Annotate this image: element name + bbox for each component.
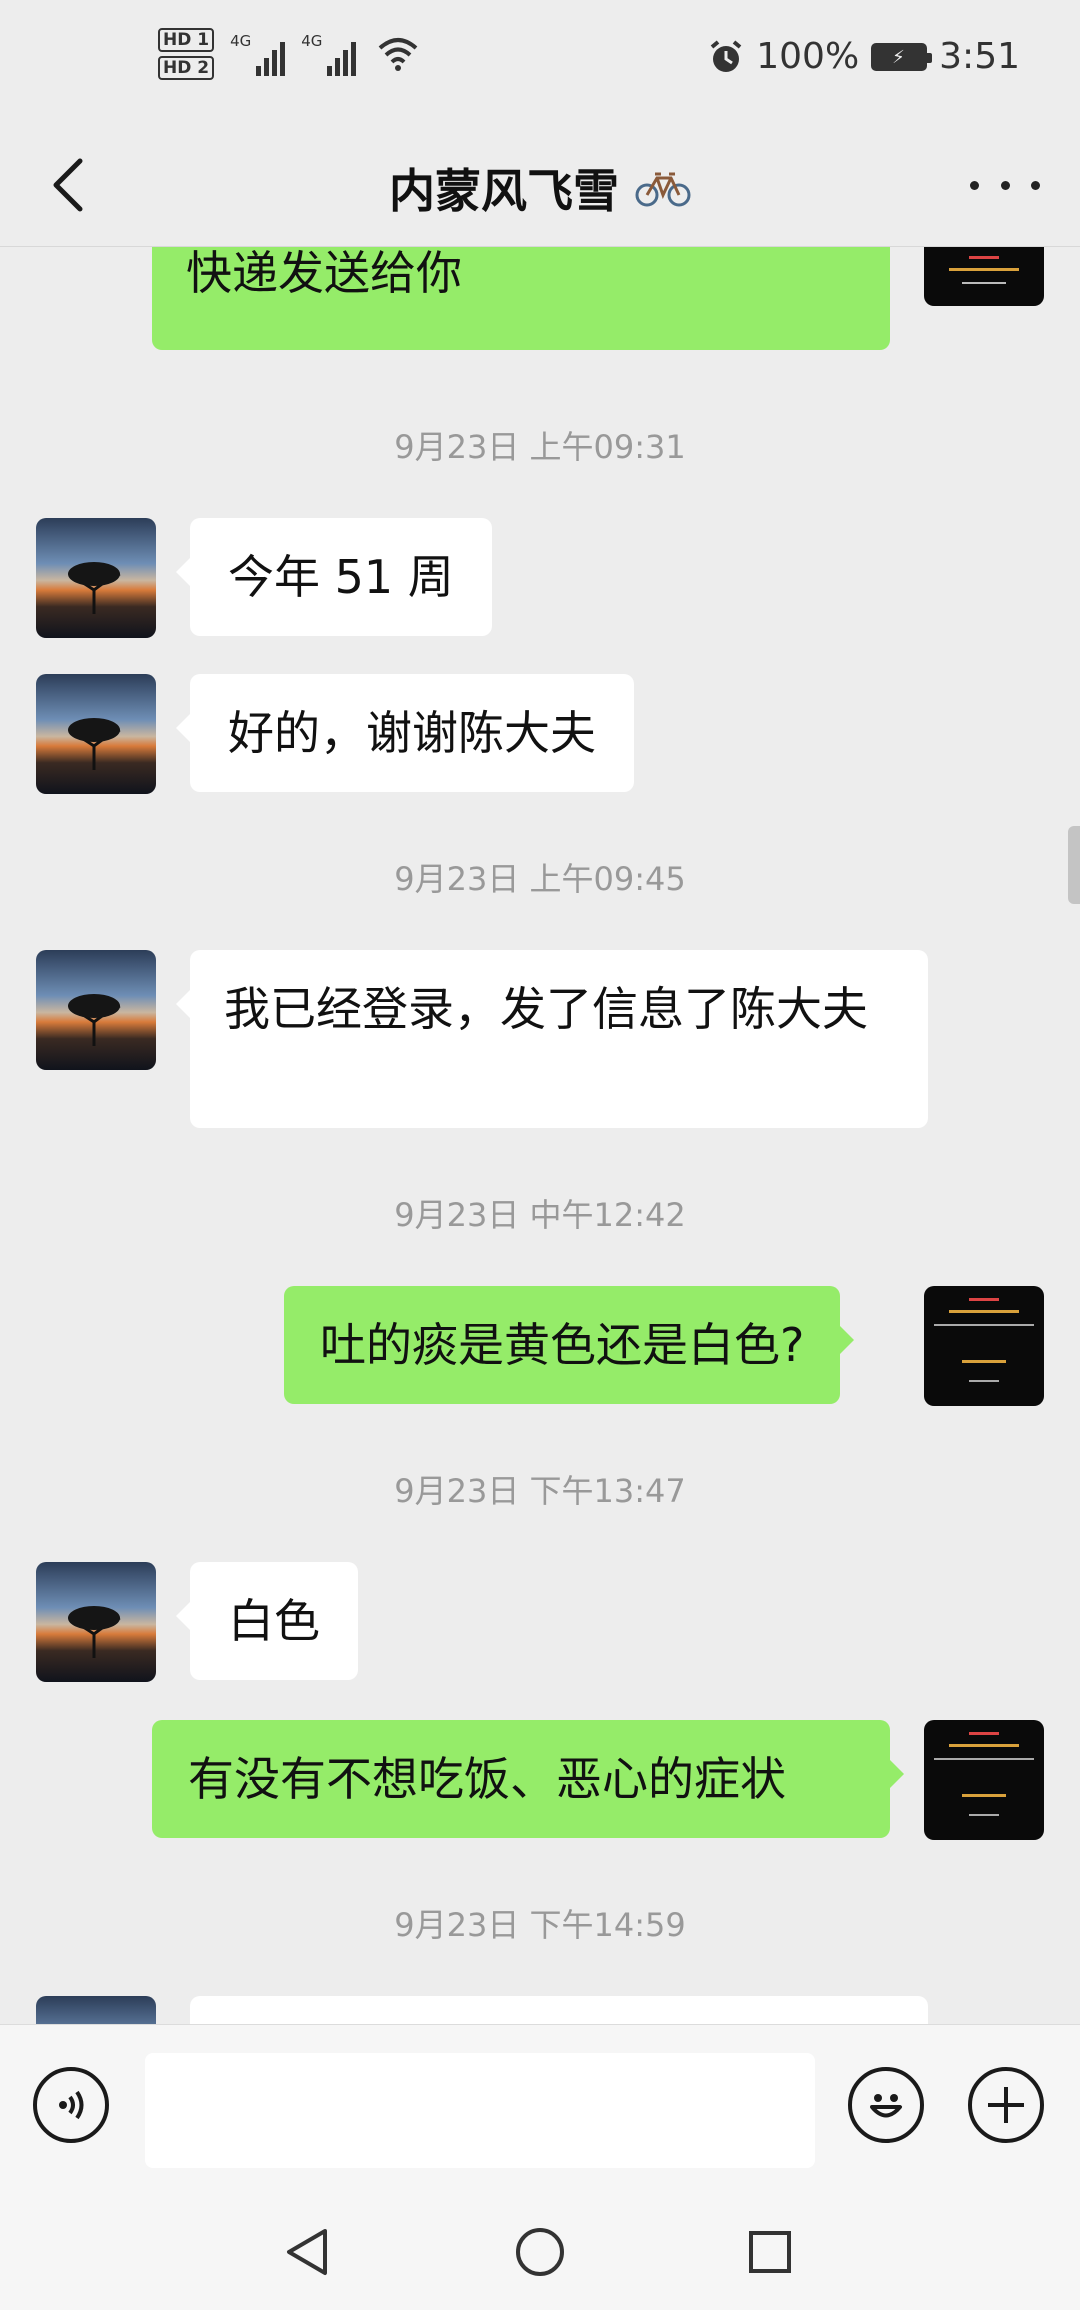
sim-indicators: HD 1 HD 2 <box>158 28 215 80</box>
contact-avatar[interactable] <box>36 674 156 794</box>
battery-icon: ⚡ <box>871 42 933 71</box>
input-bar <box>0 2024 1080 2193</box>
battery-percent: 100% <box>756 36 860 77</box>
nav-recents-button[interactable] <box>730 2212 810 2292</box>
network1-label: 4G <box>230 32 252 50</box>
timestamp: 9月23日 上午09:31 <box>394 428 686 466</box>
timestamp: 9月23日 下午13:47 <box>394 1472 686 1510</box>
wifi-icon <box>379 38 418 71</box>
message-bubble-in[interactable]: 白色 <box>176 1562 358 1680</box>
contact-avatar[interactable] <box>36 1996 156 2024</box>
my-avatar[interactable] <box>924 1286 1044 1406</box>
chat-list[interactable]: 看病后，药物经过百草医生平台快递发送给你 9月23日 上午09:31 今年 51… <box>0 246 1080 2024</box>
contact-avatar[interactable] <box>36 950 156 1070</box>
chat-header: 内蒙风飞雪 <box>0 130 1080 247</box>
network2-label: 4G <box>301 32 323 50</box>
voice-button[interactable] <box>33 2067 109 2143</box>
more-dots-icon <box>970 180 979 190</box>
contact-avatar[interactable] <box>36 1562 156 1682</box>
emoji-button[interactable] <box>848 2067 924 2143</box>
timestamp: 9月23日 下午14:59 <box>394 1906 686 1944</box>
nav-back-icon <box>287 2229 327 2275</box>
more-button[interactable] <box>970 170 1040 200</box>
emoji-icon <box>870 2094 902 2118</box>
message-bubble-out[interactable]: 看病后，药物经过百草医生平台快递发送给你 <box>152 246 890 350</box>
bicycle-icon <box>635 172 691 207</box>
system-nav-bar <box>0 2192 1080 2310</box>
message-bubble-in[interactable]: 好的，谢谢陈大夫 <box>176 674 634 792</box>
nav-home-button[interactable] <box>500 2212 580 2292</box>
plus-button[interactable] <box>968 2067 1044 2143</box>
nav-back-button[interactable] <box>268 2212 348 2292</box>
signal-icon: 4G <box>230 32 286 76</box>
status-bar: HD 1 HD 2 4G 4G 100% ⚡ 3:51 <box>0 0 1080 130</box>
status-right: 100% ⚡ 3:51 <box>708 36 1020 77</box>
title-wrap: 内蒙风飞雪 <box>0 130 1080 246</box>
nav-recents-icon <box>749 2231 791 2273</box>
message-input[interactable] <box>145 2053 815 2168</box>
status-left: HD 1 HD 2 4G 4G <box>158 28 420 80</box>
alarm-icon <box>710 39 742 72</box>
chat-title: 内蒙风飞雪 <box>389 164 619 218</box>
message-bubble-in[interactable] <box>190 1996 928 2024</box>
scrollbar[interactable] <box>1068 826 1080 904</box>
nav-home-icon <box>516 2228 564 2276</box>
voice-icon <box>59 2090 84 2120</box>
timestamp: 9月23日 上午09:45 <box>394 860 686 898</box>
sim1-badge: HD 1 <box>158 28 215 52</box>
message-bubble-in[interactable]: 今年 51 周 <box>176 518 492 636</box>
message-bubble-in[interactable]: 我已经登录，发了信息了陈大夫 <box>176 950 928 1128</box>
plus-icon <box>988 2087 1024 2123</box>
signal-icon: 4G <box>301 32 357 76</box>
my-avatar[interactable] <box>924 246 1044 306</box>
contact-avatar[interactable] <box>36 518 156 638</box>
timestamp: 9月23日 中午12:42 <box>394 1196 686 1234</box>
clock: 3:51 <box>939 36 1020 77</box>
message-bubble-out[interactable]: 吐的痰是黄色还是白色? <box>284 1286 855 1404</box>
my-avatar[interactable] <box>924 1720 1044 1840</box>
message-bubble-out[interactable]: 有没有不想吃饭、恶心的症状 <box>152 1720 904 1838</box>
sim2-badge: HD 2 <box>158 56 215 80</box>
